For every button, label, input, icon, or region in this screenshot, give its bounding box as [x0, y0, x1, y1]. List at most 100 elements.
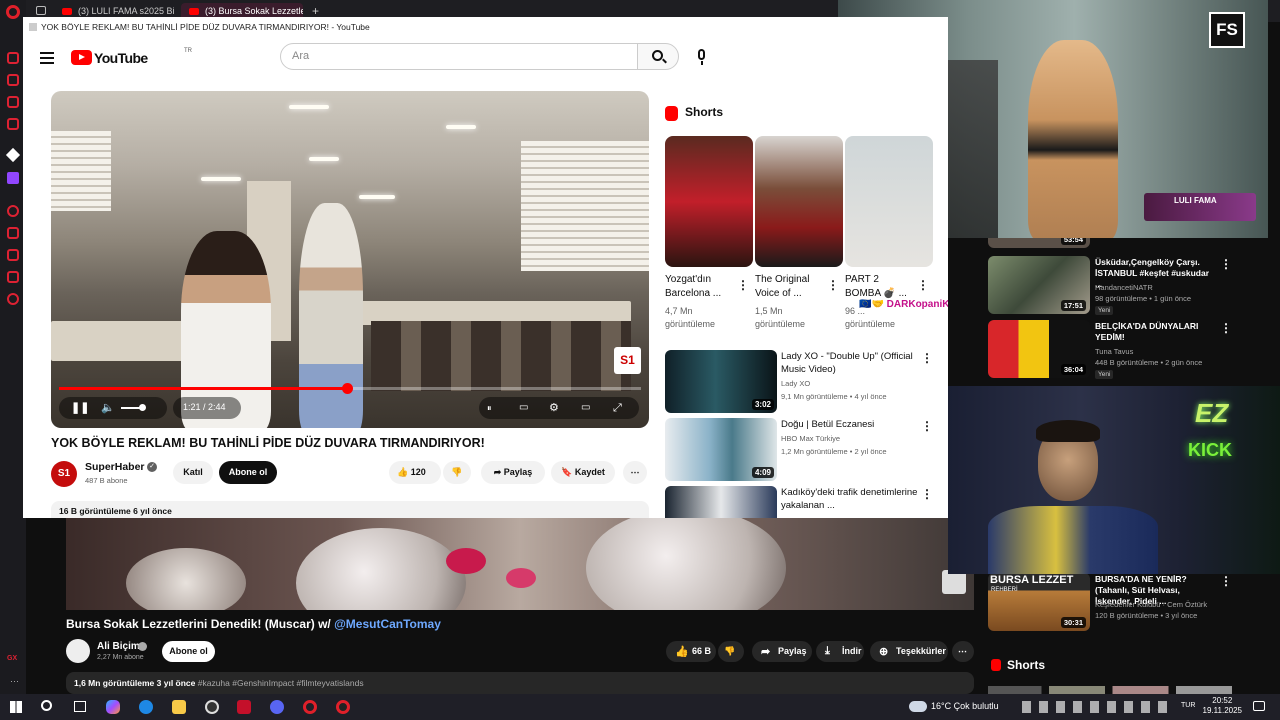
video-title[interactable]: Kadıköy'deki trafik denetimlerine yakala…: [781, 486, 921, 512]
taskbar-search-icon[interactable]: [41, 700, 52, 711]
like-button[interactable]: 👍 66 B: [666, 641, 716, 662]
dislike-button[interactable]: 👎: [718, 641, 744, 662]
autoplay-toggle-icon[interactable]: ⏸: [487, 397, 492, 419]
more-options-icon[interactable]: ⋮: [921, 488, 933, 500]
related-video[interactable]: 4:09 Doğu | Betül Eczanesi HBO Max Türki…: [665, 418, 945, 482]
more-options-icon[interactable]: ⋮: [921, 352, 933, 364]
opera-icon[interactable]: [303, 700, 317, 714]
voice-search-button[interactable]: [688, 43, 715, 70]
hamburger-menu-icon[interactable]: [40, 52, 54, 64]
copilot-icon[interactable]: [106, 700, 120, 714]
discord-icon[interactable]: [270, 700, 284, 714]
short-thumbnail[interactable]: [755, 136, 843, 267]
video-thumbnail[interactable]: 3:02: [665, 350, 777, 413]
video-channel[interactable]: HandancetiNATR: [1095, 283, 1153, 292]
save-button[interactable]: 🔖 Kaydet: [551, 461, 615, 484]
messenger-icon[interactable]: [7, 52, 19, 64]
subscribe-button[interactable]: Abone ol: [162, 641, 215, 662]
tab-manager-icon[interactable]: [36, 6, 46, 15]
more-options-icon[interactable]: ⋮: [921, 420, 933, 432]
subscribe-button[interactable]: Abone ol: [219, 461, 277, 484]
start-button-icon[interactable]: [10, 701, 22, 713]
more-actions-button[interactable]: ⋯: [952, 641, 974, 662]
search-button[interactable]: [637, 43, 679, 70]
notifications-icon[interactable]: [1253, 701, 1265, 711]
new-tab-button[interactable]: +: [312, 4, 319, 18]
related-video[interactable]: 17:51 Üsküdar,Çengelköy Çarşı. İSTANBUL …: [988, 256, 1238, 318]
more-options-icon[interactable]: ⋮: [737, 279, 749, 291]
settings-gear-icon[interactable]: ⚙: [549, 397, 559, 419]
short-thumbnail[interactable]: [665, 136, 753, 267]
join-button[interactable]: Katıl: [173, 461, 213, 484]
more-options-icon[interactable]: ⋮: [827, 279, 839, 291]
video-channel[interactable]: Lady XO: [781, 379, 810, 388]
related-video[interactable]: 36:04 BELÇİKA'DA DÜNYALARI YEDİM! Tuna T…: [988, 320, 1238, 382]
opera-gx-icon[interactable]: [336, 700, 350, 714]
voice-app-icon[interactable]: [237, 700, 251, 714]
hashtags[interactable]: #kazuha #GenshinImpact #filmteyvatisland…: [198, 678, 364, 688]
edge-icon[interactable]: [139, 700, 153, 714]
background-description[interactable]: 1,6 Mn görüntüleme 3 yıl önce #kazuha #G…: [66, 672, 974, 694]
more-options-icon[interactable]: ⋮: [1220, 575, 1232, 587]
related-video[interactable]: Kadıköy'deki trafik denetimlerine yakala…: [665, 486, 945, 518]
clock[interactable]: 20:52 19.11.2025: [1203, 696, 1242, 716]
settings-icon[interactable]: [7, 293, 19, 305]
more-options-icon[interactable]: ⋮: [1220, 322, 1232, 334]
weather-icon[interactable]: [909, 701, 927, 712]
video-channel[interactable]: Tuna Tavus: [1095, 347, 1133, 356]
video-thumbnail[interactable]: [665, 486, 777, 518]
short-thumbnail[interactable]: [845, 136, 933, 267]
share-button[interactable]: ➦ Paylaş: [481, 461, 545, 484]
task-view-icon[interactable]: [74, 701, 86, 712]
volume-icon[interactable]: 🔈: [101, 397, 115, 419]
weather-text[interactable]: 16°C Çok bulutlu: [931, 701, 999, 711]
pin-icon[interactable]: [7, 249, 19, 261]
shorts-thumbnails-strip[interactable]: [988, 686, 1232, 694]
download-button[interactable]: ⤓ İndir: [816, 641, 864, 662]
app-icon[interactable]: [7, 118, 19, 130]
thanks-button[interactable]: ⊕ Teşekkürler: [870, 641, 948, 662]
sidebar-app-icon[interactable]: [5, 147, 21, 163]
short-title[interactable]: PART 2 BOMBA 💣 ...: [845, 273, 907, 301]
theater-mode-icon[interactable]: ▭: [581, 397, 590, 419]
obs-icon[interactable]: [205, 700, 219, 714]
history-icon[interactable]: [7, 205, 19, 217]
channel-avatar[interactable]: S1: [51, 461, 77, 487]
more-options-icon[interactable]: ⋮: [917, 279, 929, 291]
more-options-icon[interactable]: ⋮: [1220, 258, 1232, 270]
related-video[interactable]: BURSA LEZZET REHBERİ 30:31 BURSA'DA NE Y…: [988, 573, 1238, 635]
bookmark-icon[interactable]: [7, 227, 19, 239]
background-video-player[interactable]: [66, 518, 974, 610]
short-title[interactable]: Yozgat'dın Barcelona ...: [665, 273, 721, 301]
like-button[interactable]: 👍 120: [389, 461, 441, 484]
subtitles-icon[interactable]: ▭: [519, 397, 528, 419]
video-title[interactable]: Doğu | Betül Eczanesi: [781, 418, 921, 431]
app-icon[interactable]: [7, 74, 19, 86]
related-video[interactable]: 3:02 Lady XO - "Double Up" (Official Mus…: [665, 350, 945, 414]
short-title[interactable]: The Original Voice of ...: [755, 273, 809, 301]
video-channel[interactable]: Keşfedenler Kulübü · Cem Öztürk: [1095, 600, 1207, 609]
file-explorer-icon[interactable]: [172, 700, 186, 714]
channel-name[interactable]: Ali Biçim: [97, 641, 140, 652]
webcam-stream-window[interactable]: EZ KICK: [948, 386, 1280, 574]
video-thumbnail[interactable]: 4:09: [665, 418, 777, 481]
opera-logo-icon[interactable]: [6, 5, 20, 19]
gx-icon[interactable]: GX: [7, 655, 17, 662]
mention-link[interactable]: @MesutCanTomay: [334, 617, 441, 631]
channel-name[interactable]: SuperHaber: [85, 461, 145, 473]
system-tray-icons[interactable]: [1022, 701, 1172, 713]
instagram-icon[interactable]: [7, 96, 19, 108]
channel-avatar[interactable]: [66, 639, 90, 663]
language-indicator[interactable]: TUR: [1181, 702, 1195, 709]
channel-watermark[interactable]: S1: [614, 347, 641, 374]
search-input[interactable]: Ara: [280, 43, 638, 70]
video-thumbnail[interactable]: 17:51: [988, 256, 1090, 314]
video-thumbnail[interactable]: 36:04: [988, 320, 1090, 378]
pause-icon[interactable]: ❚❚: [71, 397, 89, 419]
more-icon[interactable]: ⋯: [10, 676, 19, 687]
video-title[interactable]: BELÇİKA'DA DÜNYALARI YEDİM!: [1095, 321, 1215, 343]
video-title[interactable]: Lady XO - "Double Up" (Official Music Vi…: [781, 350, 921, 376]
video-thumbnail[interactable]: BURSA LEZZET REHBERİ 30:31: [988, 573, 1090, 631]
twitch-icon[interactable]: [7, 172, 19, 184]
fullscreen-icon[interactable]: ⤢: [613, 397, 622, 419]
